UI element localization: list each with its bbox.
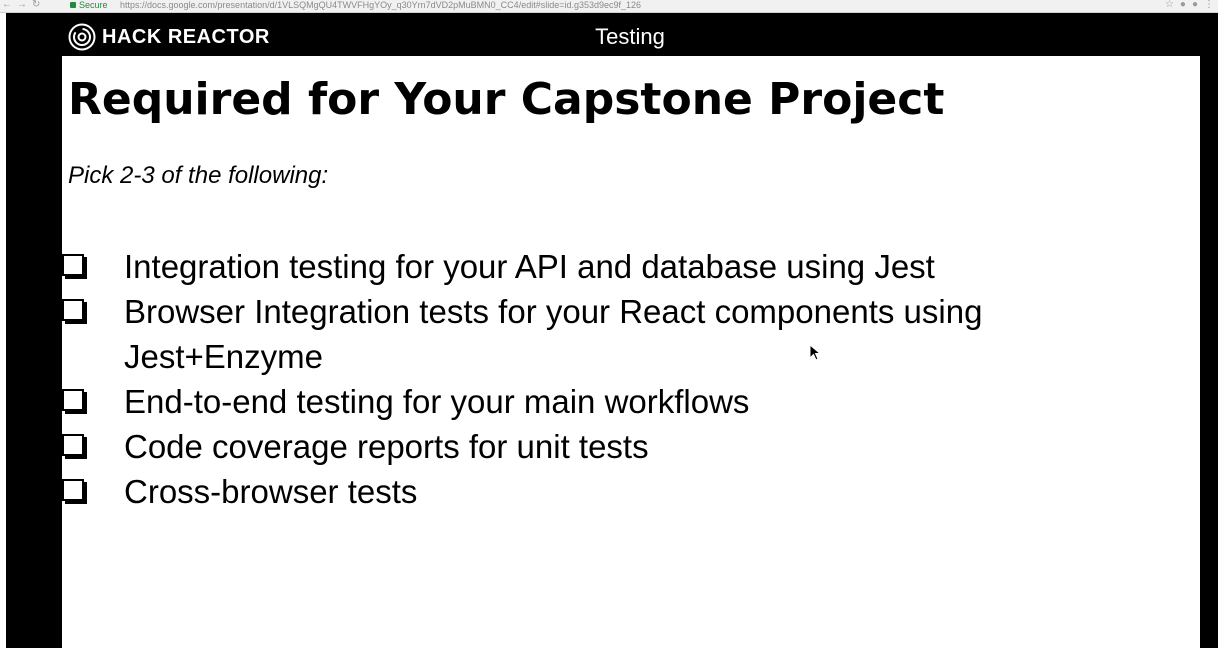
bookmark-star-icon[interactable]: ☆: [1165, 0, 1174, 10]
list-item: Code coverage reports for unit tests: [62, 424, 1082, 469]
checkbox-icon: [62, 389, 84, 411]
requirements-list: Integration testing for your API and dat…: [62, 244, 1082, 514]
list-item-text: Browser Integration tests for your React…: [124, 293, 983, 375]
list-item-text: Cross-browser tests: [124, 473, 418, 510]
lock-icon: [70, 2, 76, 8]
checkbox-icon: [62, 254, 84, 276]
address-bar[interactable]: https://docs.google.com/presentation/d/1…: [120, 0, 641, 10]
forward-icon[interactable]: →: [17, 0, 27, 10]
list-item-text: Integration testing for your API and dat…: [124, 248, 935, 285]
extension-icons: ☆ ● ● ⋮: [1165, 0, 1214, 10]
slide-subtitle: Pick 2-3 of the following:: [68, 162, 329, 189]
checkbox-icon: [62, 434, 84, 456]
list-item: Browser Integration tests for your React…: [62, 289, 1082, 379]
list-item: Cross-browser tests: [62, 469, 1082, 514]
list-item: Integration testing for your API and dat…: [62, 244, 1082, 289]
brand-name: HACK REACTOR: [102, 25, 270, 48]
menu-icon[interactable]: ⋮: [1204, 0, 1214, 10]
back-icon[interactable]: ←: [2, 0, 12, 10]
brand-logo: HACK REACTOR: [68, 23, 270, 51]
reload-icon[interactable]: ↻: [32, 0, 40, 10]
browser-toolbar: ← → ↻ Secure https://docs.google.com/pre…: [0, 0, 1218, 13]
secure-indicator[interactable]: Secure: [70, 0, 108, 10]
browser-nav: ← → ↻: [2, 0, 40, 10]
slide-title: Required for Your Capstone Project: [68, 74, 945, 125]
list-item: End-to-end testing for your main workflo…: [62, 379, 1082, 424]
mouse-pointer-icon: [809, 344, 821, 361]
secure-label: Secure: [79, 0, 108, 10]
list-item-text: End-to-end testing for your main workflo…: [124, 383, 750, 420]
extension-icon[interactable]: ●: [1180, 0, 1186, 10]
checkbox-icon: [62, 299, 84, 321]
list-item-text: Code coverage reports for unit tests: [124, 428, 649, 465]
extension-icon[interactable]: ●: [1192, 0, 1198, 10]
hack-reactor-logo-icon: [68, 23, 96, 51]
deck-title: Testing: [595, 24, 665, 49]
checkbox-icon: [62, 479, 84, 501]
